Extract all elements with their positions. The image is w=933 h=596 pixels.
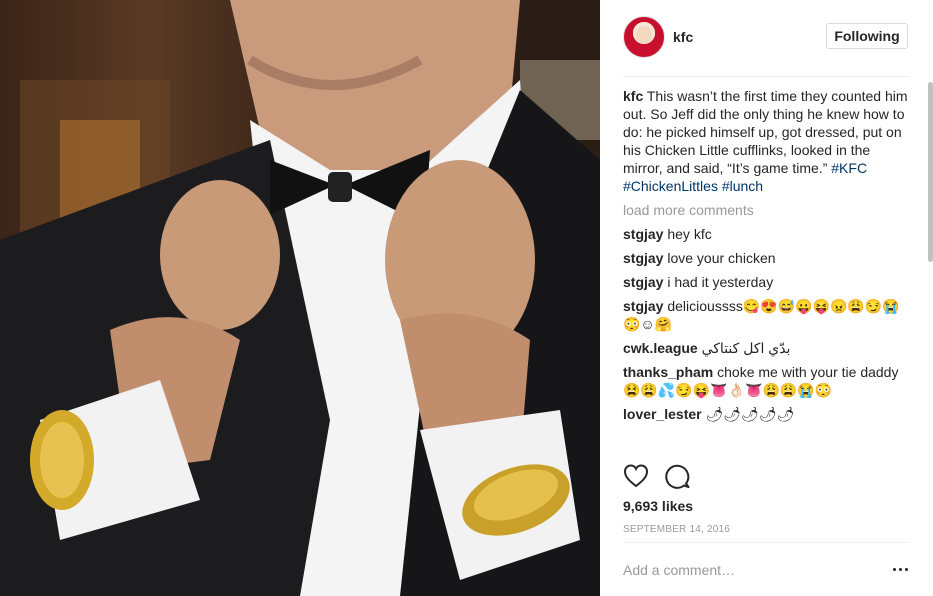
comment-item: stgjay hey kfc <box>623 225 908 243</box>
comment-text: hey kfc <box>667 226 712 242</box>
comment-text: بدّي اكل كنتاكي <box>701 340 791 356</box>
comment-username[interactable]: cwk.league <box>623 340 698 356</box>
avatar-face <box>636 26 652 44</box>
comment-username[interactable]: stgjay <box>623 226 663 242</box>
post-image-illustration <box>0 0 600 596</box>
header-username[interactable]: kfc <box>673 29 693 45</box>
likes-count[interactable]: 9,693 likes <box>623 498 693 514</box>
comment-username[interactable]: stgjay <box>623 274 663 290</box>
load-more-comments-link[interactable]: load more comments <box>623 201 908 219</box>
comment-item: lover_lester 🌶🌶🌶🌶🌶 <box>623 405 908 423</box>
more-options-icon[interactable] <box>893 567 909 573</box>
comment-text: delicioussss😋😍😅😛😝😠😩😏😭😳☺🤗 <box>623 298 900 332</box>
divider <box>623 542 910 543</box>
add-comment-input[interactable] <box>623 562 873 578</box>
comment-text: love your chicken <box>667 250 776 266</box>
comment-username[interactable]: stgjay <box>623 298 663 314</box>
comment-username[interactable]: stgjay <box>623 250 663 266</box>
post-date: SEPTEMBER 14, 2016 <box>623 524 730 535</box>
comment-username[interactable]: thanks_pham <box>623 364 713 380</box>
post-details-panel: kfc Following kfc This wasn’t the first … <box>600 0 933 596</box>
comment-item: stgjay i had it yesterday <box>623 273 908 291</box>
comment-item: stgjay delicioussss😋😍😅😛😝😠😩😏😭😳☺🤗 <box>623 297 908 333</box>
comment-item: thanks_pham choke me with your tie daddy… <box>623 363 908 399</box>
comments-list[interactable]: kfc This wasn’t the first time they coun… <box>623 87 908 455</box>
divider <box>623 76 910 77</box>
comment-item: cwk.league بدّي اكل كنتاكي <box>623 339 908 357</box>
post-header: kfc Following <box>600 0 933 76</box>
post-actions <box>623 463 913 491</box>
avatar[interactable] <box>623 16 665 58</box>
comments-scrollbar[interactable] <box>928 82 933 262</box>
comment-text: 🌶🌶🌶🌶🌶 <box>705 406 795 422</box>
comment-username[interactable]: lover_lester <box>623 406 702 422</box>
dot <box>899 568 902 571</box>
comment-bubble-icon[interactable] <box>665 463 691 489</box>
dot <box>905 568 908 571</box>
dot <box>893 568 896 571</box>
heart-icon[interactable] <box>623 463 649 489</box>
post-photo[interactable] <box>0 0 600 596</box>
comment-item: stgjay love your chicken <box>623 249 908 267</box>
caption: kfc This wasn’t the first time they coun… <box>623 87 908 195</box>
caption-username[interactable]: kfc <box>623 88 643 104</box>
following-button[interactable]: Following <box>826 23 908 49</box>
comment-text: i had it yesterday <box>667 274 774 290</box>
